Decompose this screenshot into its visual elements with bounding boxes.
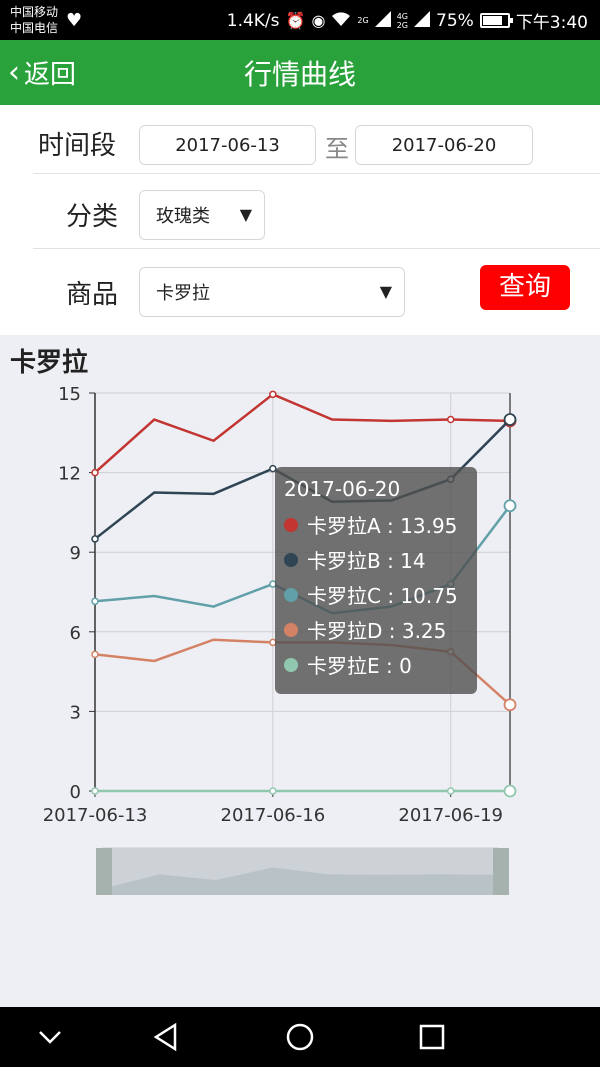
- dropdown-arrow-icon: ▼: [239, 205, 252, 224]
- tooltip-date: 2017-06-20: [284, 477, 401, 501]
- home-circle-icon[interactable]: [284, 1021, 316, 1053]
- back-triangle-icon[interactable]: [150, 1021, 182, 1053]
- collapse-icon[interactable]: [34, 1021, 66, 1053]
- data-point: [91, 787, 99, 795]
- tooltip-item: 卡罗拉D : 3.25: [284, 612, 477, 647]
- status-bar: 中国移动 中国电信 ♥ 1.4K/s ⏰ ◉ 2G 4G 2G 75% 下午3:…: [0, 0, 600, 40]
- category-select[interactable]: 玫瑰类 ▼: [139, 190, 265, 240]
- network-type-2: 4G 2G: [396, 11, 409, 30]
- nav-bar: [0, 1007, 600, 1067]
- data-point-highlight: [503, 499, 517, 513]
- tooltip-items: 卡罗拉A : 13.95 卡罗拉B : 14 卡罗拉C : 10.75 卡罗拉D : …: [284, 507, 477, 682]
- period-row: 时间段 2017-06-13 至 2017-06-20: [33, 105, 600, 174]
- y-tick-label: 15: [58, 384, 81, 405]
- carrier-2: 中国电信: [10, 21, 59, 35]
- product-select[interactable]: 卡罗拉 ▼: [139, 267, 405, 317]
- data-point-highlight: [503, 413, 517, 426]
- net-speed: 1.4K/s: [226, 10, 280, 31]
- data-point: [446, 415, 455, 424]
- battery-icon: [479, 13, 513, 28]
- legend-dot-icon: [284, 587, 298, 602]
- category-row: 分类 玫瑰类 ▼: [33, 174, 600, 249]
- app-header: ‹ 返回 行情曲线: [0, 40, 600, 105]
- product-label: 商品: [66, 280, 119, 310]
- tooltip-item: 卡罗拉B : 14: [284, 542, 477, 577]
- y-tick-label: 12: [58, 464, 81, 485]
- tooltip-item-text: 卡罗拉A : 13.95: [307, 514, 458, 538]
- wifi-icon: [331, 11, 351, 31]
- data-point: [91, 468, 99, 477]
- tooltip-item: 卡罗拉A : 13.95: [284, 507, 477, 542]
- recents-square-icon[interactable]: [416, 1021, 448, 1053]
- category-value: 玫瑰类: [156, 206, 210, 227]
- end-date-field[interactable]: 2017-06-20: [355, 125, 533, 165]
- product-value: 卡罗拉: [156, 283, 210, 304]
- data-point: [269, 390, 277, 399]
- alarm-icon: ⏰: [285, 11, 306, 30]
- product-row: 商品 卡罗拉 ▼ 查询: [33, 249, 600, 335]
- tooltip-item: 卡罗拉C : 10.75: [284, 577, 477, 612]
- x-tick-label: 2017-06-19: [398, 805, 503, 826]
- tooltip-item: 卡罗拉E : 0: [284, 647, 477, 682]
- filter-form: 时间段 2017-06-13 至 2017-06-20 分类 玫瑰类 ▼ 商品 …: [0, 105, 600, 335]
- data-point: [269, 787, 277, 795]
- tooltip-item-text: 卡罗拉E : 0: [307, 654, 412, 678]
- carrier-info: 中国移动 中国电信: [10, 4, 58, 36]
- data-point: [91, 650, 99, 659]
- data-point-highlight: [503, 784, 517, 798]
- eye-icon: ◉: [311, 11, 326, 30]
- y-tick-label: 0: [70, 782, 81, 803]
- page-title: 行情曲线: [243, 58, 356, 91]
- dropdown-arrow-icon: ▼: [379, 282, 392, 301]
- carrier-1: 中国移动: [10, 5, 59, 19]
- x-tick-label: 2017-06-16: [221, 805, 326, 826]
- signal-icon: [374, 10, 391, 31]
- y-tick-label: 9: [70, 543, 81, 564]
- to-label: 至: [325, 135, 349, 163]
- chart-tooltip: 2017-06-20 卡罗拉A : 13.95 卡罗拉B : 14 卡罗拉C : 1…: [275, 467, 477, 694]
- y-tick-label: 6: [70, 623, 81, 644]
- start-date-field[interactable]: 2017-06-13: [139, 125, 316, 165]
- y-tick-label: 3: [70, 702, 81, 723]
- x-tick-label: 2017-06-13: [43, 805, 148, 826]
- period-label: 时间段: [38, 131, 117, 161]
- tooltip-item-text: 卡罗拉B : 14: [307, 549, 426, 573]
- clock: 下午3:40: [515, 13, 588, 33]
- signal-icon-2: [414, 10, 431, 31]
- zoom-handle-right: [493, 848, 509, 895]
- data-point: [91, 597, 99, 606]
- query-button[interactable]: 查询: [480, 265, 570, 310]
- legend-dot-icon: [284, 517, 298, 532]
- data-point-highlight: [503, 698, 517, 712]
- data-point: [91, 535, 99, 543]
- network-type: 2G: [357, 16, 369, 25]
- status-right: 1.4K/s ⏰ ◉ 2G 4G 2G 75% 下午3:40: [227, 8, 588, 33]
- zoom-handle-left: [96, 848, 112, 895]
- heart-icon: ♥: [66, 10, 83, 31]
- category-label: 分类: [66, 202, 119, 232]
- data-point: [446, 787, 455, 795]
- legend-dot-icon: [284, 552, 298, 567]
- tooltip-item-text: 卡罗拉D : 3.25: [307, 619, 447, 643]
- series-line: [94, 392, 511, 474]
- legend-dot-icon: [284, 622, 298, 637]
- battery-percent: 75%: [436, 10, 474, 31]
- tooltip-item-text: 卡罗拉C : 10.75: [307, 584, 458, 608]
- legend-dot-icon: [284, 657, 298, 672]
